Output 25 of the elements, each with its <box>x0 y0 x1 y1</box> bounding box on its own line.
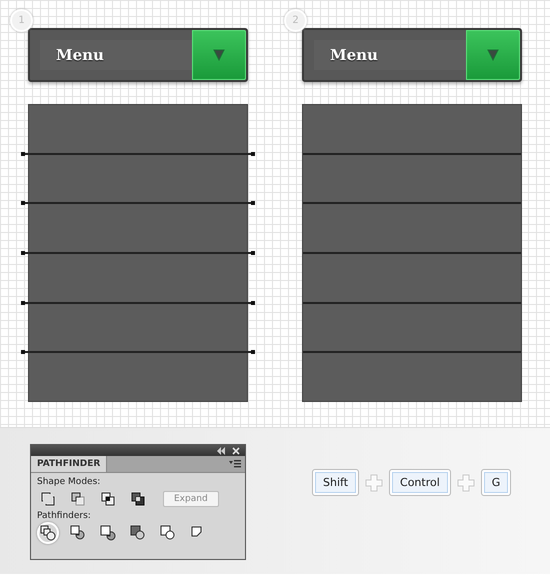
dropdown-arrow-icon <box>487 49 499 61</box>
keyboard-key: G <box>480 469 512 496</box>
keyboard-key: Shift <box>312 469 360 496</box>
minus-front-icon[interactable] <box>71 492 85 506</box>
section-label: Shape Modes: <box>37 476 102 488</box>
menu-button[interactable]: Menu <box>28 28 248 82</box>
divide-icon <box>40 525 56 541</box>
outline-icon <box>160 525 176 541</box>
plus-icon <box>456 474 475 492</box>
merge-icon <box>100 525 116 541</box>
menu-button[interactable]: Menu <box>302 28 522 82</box>
exclude-icon[interactable] <box>131 492 145 506</box>
panel-tab[interactable]: PATHFINDER <box>31 456 108 472</box>
section-label: Pathfinders: <box>37 510 92 522</box>
unite-icon[interactable] <box>41 492 55 506</box>
close-icon[interactable] <box>232 446 240 454</box>
menu-icon[interactable] <box>229 460 241 468</box>
keyboard-key: Control <box>389 469 451 496</box>
pathfinder-option[interactable] <box>37 522 59 544</box>
intersect-icon[interactable] <box>101 492 115 506</box>
expand-button[interactable]: Expand <box>163 491 219 507</box>
crop-icon <box>130 525 146 541</box>
trim-icon <box>70 525 86 541</box>
plus-icon <box>365 474 384 492</box>
dropdown-arrow-icon <box>213 49 225 61</box>
